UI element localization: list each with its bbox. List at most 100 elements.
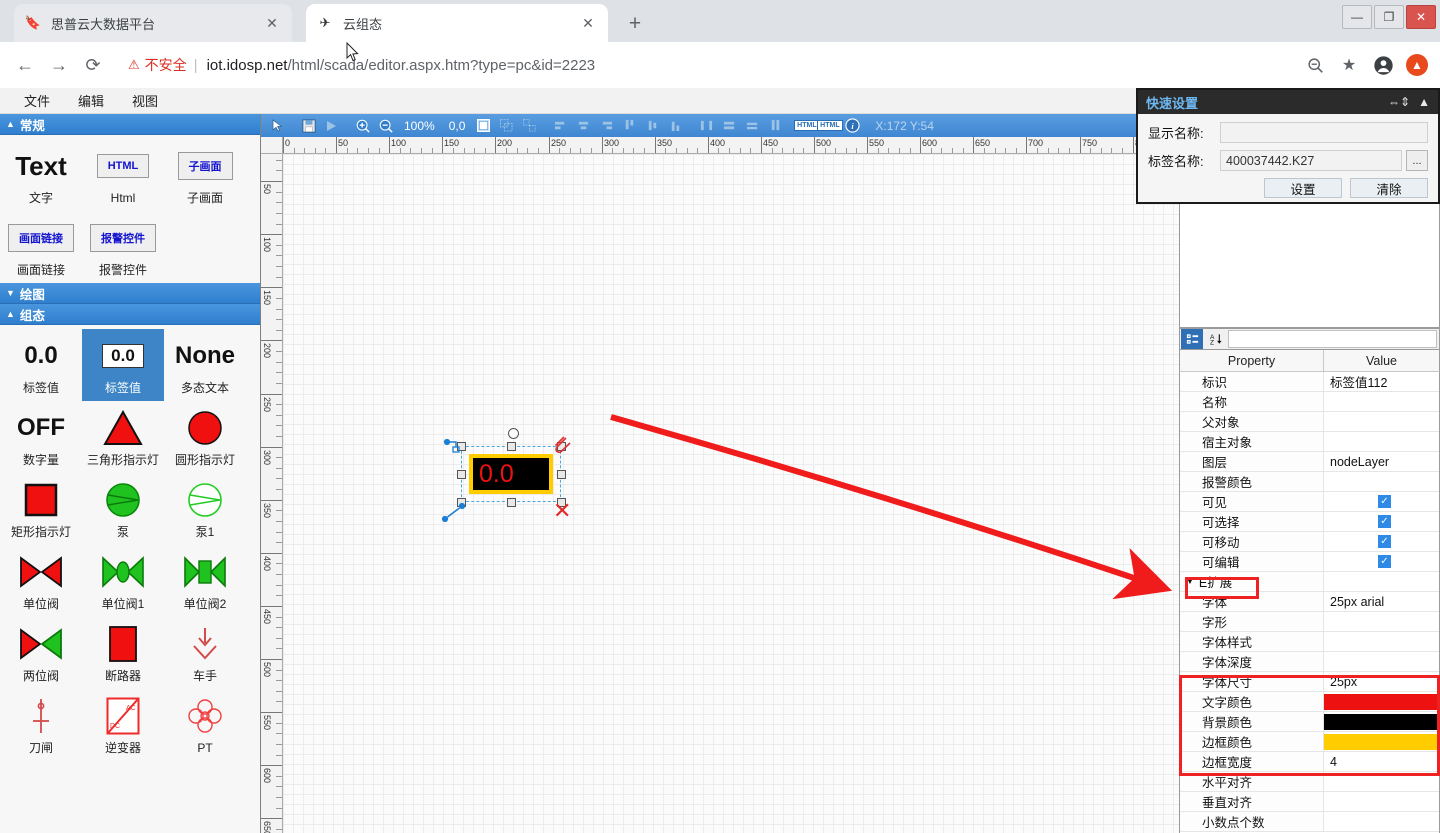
extension-icon[interactable]: ▲ bbox=[1402, 50, 1432, 80]
categorize-icon[interactable] bbox=[1181, 329, 1203, 349]
palette-item-12[interactable]: 两位阀 bbox=[0, 617, 82, 689]
menu-item-edit[interactable]: 编辑 bbox=[64, 91, 118, 110]
property-row[interactable]: 宿主对象 bbox=[1180, 432, 1439, 452]
address-bar[interactable]: ⚠ 不安全 | iot.idosp.net /html/scada/editor… bbox=[118, 50, 1292, 80]
new-tab-button[interactable]: + bbox=[620, 10, 650, 38]
palette-item-0[interactable]: Text文字 bbox=[0, 139, 82, 211]
palette-item-13[interactable]: 断路器 bbox=[82, 617, 164, 689]
delete-x-icon[interactable]: ✕ bbox=[553, 498, 571, 524]
property-row[interactable]: 背景颜色 bbox=[1180, 712, 1439, 732]
property-row[interactable]: 文字颜色 bbox=[1180, 692, 1439, 712]
palette-item-1[interactable]: HTMLHtml bbox=[82, 139, 164, 211]
pointer-tool[interactable] bbox=[267, 116, 288, 135]
browser-tab-2-close-icon[interactable]: ✕ bbox=[578, 13, 598, 33]
paperclip-icon[interactable] bbox=[551, 434, 573, 461]
property-filter-input[interactable] bbox=[1228, 330, 1437, 348]
palette-section-general[interactable]: ▲ 常规 bbox=[0, 114, 260, 135]
palette-item-0[interactable]: 0.0标签值 bbox=[0, 329, 82, 401]
menu-item-view[interactable]: 视图 bbox=[118, 91, 172, 110]
property-row-value[interactable] bbox=[1324, 472, 1439, 491]
design-canvas[interactable]: 0.0 ✕ bbox=[283, 154, 1179, 833]
property-row[interactable]: 名称 bbox=[1180, 392, 1439, 412]
checkbox-checked-icon[interactable]: ✓ bbox=[1378, 555, 1391, 568]
forward-icon[interactable]: → bbox=[42, 48, 76, 82]
palette-section-scada[interactable]: ▲ 组态 bbox=[0, 304, 260, 325]
zoom-out-icon[interactable] bbox=[1300, 50, 1330, 80]
property-row[interactable]: 字形 bbox=[1180, 612, 1439, 632]
quick-settings-dialog[interactable]: 快速设置 ⇔⇕ ▲ 显示名称: 标签名称: 400037442.K27 ... … bbox=[1136, 88, 1440, 204]
color-swatch[interactable] bbox=[1324, 714, 1439, 730]
property-row-value[interactable] bbox=[1324, 412, 1439, 431]
collapse-icon[interactable]: ⇔⇕ bbox=[1388, 95, 1410, 109]
property-row[interactable]: 标识标签值112 bbox=[1180, 372, 1439, 392]
window-close-button[interactable]: ✕ bbox=[1406, 5, 1436, 29]
property-row[interactable]: 垂直对齐 bbox=[1180, 792, 1439, 812]
checkbox-checked-icon[interactable]: ✓ bbox=[1378, 495, 1391, 508]
same-size-tool[interactable] bbox=[765, 116, 786, 135]
browser-tab-1[interactable]: 🔖 思普云大数据平台 ✕ bbox=[14, 4, 292, 42]
connector-icon[interactable] bbox=[443, 438, 463, 461]
palette-item-4[interactable]: 报警控件报警控件 bbox=[82, 211, 164, 283]
palette-item-3[interactable]: OFF数字量 bbox=[0, 401, 82, 473]
property-row[interactable]: 父对象 bbox=[1180, 412, 1439, 432]
property-row[interactable]: 可编辑✓ bbox=[1180, 552, 1439, 572]
property-row-value[interactable]: ✓ bbox=[1324, 512, 1439, 531]
color-swatch[interactable] bbox=[1324, 734, 1439, 750]
zoom-level-label[interactable]: 100% bbox=[398, 119, 441, 133]
property-row-value[interactable]: ✓ bbox=[1324, 492, 1439, 511]
property-grid-rows[interactable]: 标识标签值112名称父对象宿主对象图层nodeLayer报警颜色可见✓可选择✓可… bbox=[1179, 372, 1440, 833]
align-middle-tool[interactable] bbox=[642, 116, 663, 135]
tag-value-node[interactable]: 0.0 bbox=[469, 454, 553, 494]
quick-settings-titlebar[interactable]: 快速设置 ⇔⇕ ▲ bbox=[1138, 90, 1438, 114]
property-row[interactable]: 可移动✓ bbox=[1180, 532, 1439, 552]
sort-alphabetical-icon[interactable]: AZ bbox=[1205, 329, 1227, 349]
align-center-tool[interactable] bbox=[573, 116, 594, 135]
browser-tab-2[interactable]: ✈ 云组态 ✕ bbox=[306, 4, 608, 42]
property-row-value[interactable] bbox=[1324, 572, 1439, 591]
property-row[interactable]: 小数点个数 bbox=[1180, 812, 1439, 832]
property-row[interactable]: 字体样式 bbox=[1180, 632, 1439, 652]
apply-button[interactable]: 设置 bbox=[1264, 178, 1342, 198]
property-row-value[interactable] bbox=[1324, 652, 1439, 671]
property-row-value[interactable] bbox=[1324, 732, 1439, 751]
property-row-value[interactable] bbox=[1324, 772, 1439, 791]
palette-item-7[interactable]: 泵 bbox=[82, 473, 164, 545]
align-top-tool[interactable] bbox=[619, 116, 640, 135]
selected-node-wrapper[interactable]: 0.0 ✕ bbox=[469, 454, 553, 494]
palette-section-drawing[interactable]: ▼ 绘图 bbox=[0, 283, 260, 304]
align-left-tool[interactable] bbox=[550, 116, 571, 135]
html-import-tool[interactable]: HTML bbox=[819, 116, 840, 135]
palette-item-10[interactable]: 单位阀1 bbox=[82, 545, 164, 617]
property-row-value[interactable]: 25px arial bbox=[1324, 592, 1439, 611]
property-row-value[interactable]: ✓ bbox=[1324, 532, 1439, 551]
palette-item-14[interactable]: 车手 bbox=[164, 617, 246, 689]
link-icon[interactable] bbox=[441, 502, 467, 529]
palette-item-17[interactable]: PT bbox=[164, 689, 246, 761]
palette-item-5[interactable]: 圆形指示灯 bbox=[164, 401, 246, 473]
property-row-value[interactable]: 标签值112 bbox=[1324, 372, 1439, 391]
save-tool[interactable] bbox=[298, 116, 319, 135]
resize-handle-w[interactable] bbox=[457, 470, 466, 479]
palette-item-1[interactable]: 0.0标签值 bbox=[82, 329, 164, 401]
property-row[interactable]: 边框颜色 bbox=[1180, 732, 1439, 752]
palette-item-4[interactable]: 三角形指示灯 bbox=[82, 401, 164, 473]
clear-button[interactable]: 清除 bbox=[1350, 178, 1428, 198]
property-row-value[interactable]: nodeLayer bbox=[1324, 452, 1439, 471]
palette-item-6[interactable]: 矩形指示灯 bbox=[0, 473, 82, 545]
profile-avatar-icon[interactable] bbox=[1368, 50, 1398, 80]
zoom-out-tool[interactable] bbox=[375, 116, 396, 135]
property-row-value[interactable]: 4 bbox=[1324, 752, 1439, 771]
palette-item-16[interactable]: ACDC逆变器 bbox=[82, 689, 164, 761]
property-row-value[interactable] bbox=[1324, 432, 1439, 451]
property-row[interactable]: 可选择✓ bbox=[1180, 512, 1439, 532]
property-row-value[interactable] bbox=[1324, 612, 1439, 631]
palette-item-2[interactable]: None多态文本 bbox=[164, 329, 246, 401]
bookmark-star-icon[interactable]: ★ bbox=[1334, 50, 1364, 80]
property-row-value[interactable] bbox=[1324, 712, 1439, 731]
reload-icon[interactable]: ⟳ bbox=[76, 48, 110, 82]
info-tool[interactable]: i bbox=[842, 116, 863, 135]
window-restore-button[interactable]: ❐ bbox=[1374, 5, 1404, 29]
resize-handle-e[interactable] bbox=[557, 470, 566, 479]
property-row-value[interactable]: 25px bbox=[1324, 672, 1439, 691]
property-row-value[interactable] bbox=[1324, 792, 1439, 811]
